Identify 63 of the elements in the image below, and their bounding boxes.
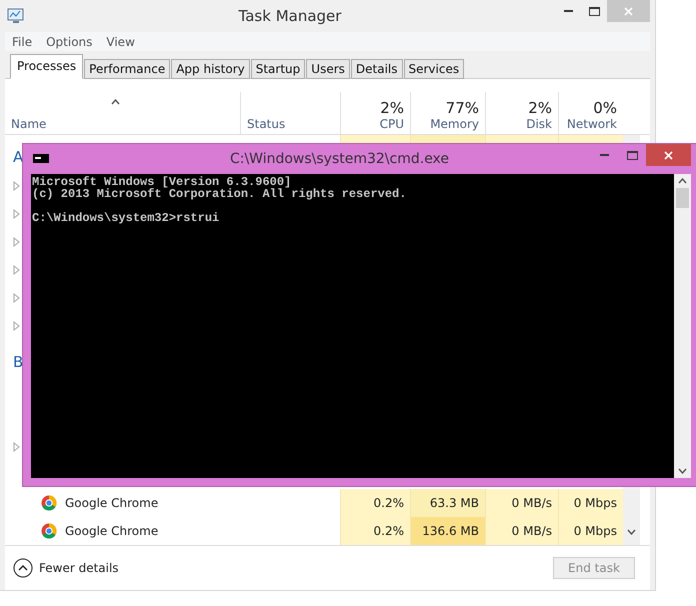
column-header[interactable]: Disk: [526, 117, 552, 131]
table-cell: 0 Mbps: [558, 489, 623, 517]
maximize-icon: [626, 150, 638, 160]
console-icon: [33, 154, 49, 163]
group-heading: A: [13, 148, 24, 166]
table-cell: 0 Mbps: [558, 517, 623, 545]
close-icon: [664, 150, 673, 160]
group-heading: B: [13, 353, 24, 371]
sort-caret-icon[interactable]: [111, 99, 120, 105]
column-header[interactable]: Status: [247, 117, 286, 131]
browser-icon: [41, 523, 57, 539]
process-name[interactable]: Google Chrome: [65, 496, 158, 510]
expand-arrow-icon[interactable]: [13, 265, 20, 275]
menu-item[interactable]: Options: [46, 34, 92, 48]
scroll-down-icon[interactable]: [627, 529, 636, 535]
maximize-icon: [588, 6, 600, 16]
table-cell: 0.2%: [340, 517, 410, 545]
tab[interactable]: Startup: [250, 59, 306, 79]
menu-item[interactable]: File: [12, 34, 32, 48]
collapse-icon: [13, 558, 33, 578]
console-line: (c) 2013 Microsoft Corporation. All rights reserved.: [32, 188, 408, 200]
window-title: C:\Windows\system32\cmd.exe: [230, 150, 450, 169]
column-header[interactable]: Network: [566, 117, 617, 131]
tab[interactable]: Services: [404, 59, 464, 79]
fewer-details-button[interactable]: Fewer details: [13, 558, 119, 578]
column-percent: 77%: [446, 99, 479, 117]
table-cell: 0 MB/s: [485, 517, 558, 545]
console-line: C:\Windows\system32>rstrui: [32, 212, 220, 224]
expand-arrow-icon[interactable]: [13, 321, 20, 331]
tab[interactable]: Users: [306, 59, 350, 79]
monitor-icon: [7, 8, 25, 24]
window-title: Task Manager: [238, 6, 342, 27]
scroll-down-icon[interactable]: [678, 468, 687, 474]
console-line: Microsoft Windows [Version 6.3.9600]: [32, 176, 292, 188]
column-percent: 2%: [380, 99, 404, 117]
column-header[interactable]: CPU: [380, 117, 404, 131]
expand-arrow-icon[interactable]: [13, 237, 20, 247]
minimize-icon: [600, 154, 608, 156]
table-cell: 136.6 MB: [410, 517, 485, 545]
tab[interactable]: App history: [171, 59, 250, 79]
process-name[interactable]: Google Chrome: [65, 524, 158, 538]
close-icon: [624, 6, 633, 16]
menu-item[interactable]: View: [106, 34, 135, 48]
expand-arrow-icon[interactable]: [13, 442, 20, 452]
console-area[interactable]: Microsoft Windows [Version 6.3.9600] (c) 2013 Microsoft Corporation. All rights reserved. C:\Windows\system32>rstrui: [31, 174, 691, 478]
browser-icon: [41, 495, 57, 511]
expand-arrow-icon[interactable]: [13, 181, 20, 191]
column-percent: 2%: [528, 99, 552, 117]
minimize-icon: [564, 10, 572, 12]
column-header[interactable]: Memory: [430, 117, 479, 131]
column-header[interactable]: Name: [11, 117, 46, 131]
table-cell: 0.2%: [340, 489, 410, 517]
tab[interactable]: Details: [350, 59, 402, 79]
expand-arrow-icon[interactable]: [13, 209, 20, 219]
column-percent: 0%: [593, 99, 617, 117]
table-cell: 63.3 MB: [410, 489, 485, 517]
close-button[interactable]: [646, 144, 691, 166]
tab[interactable]: Performance: [84, 59, 170, 79]
tab[interactable]: Processes: [10, 54, 84, 79]
expand-arrow-icon[interactable]: [13, 293, 20, 303]
scroll-thumb[interactable]: [676, 188, 689, 208]
table-cell: 0 MB/s: [485, 489, 558, 517]
scroll-up-icon[interactable]: [678, 178, 687, 184]
